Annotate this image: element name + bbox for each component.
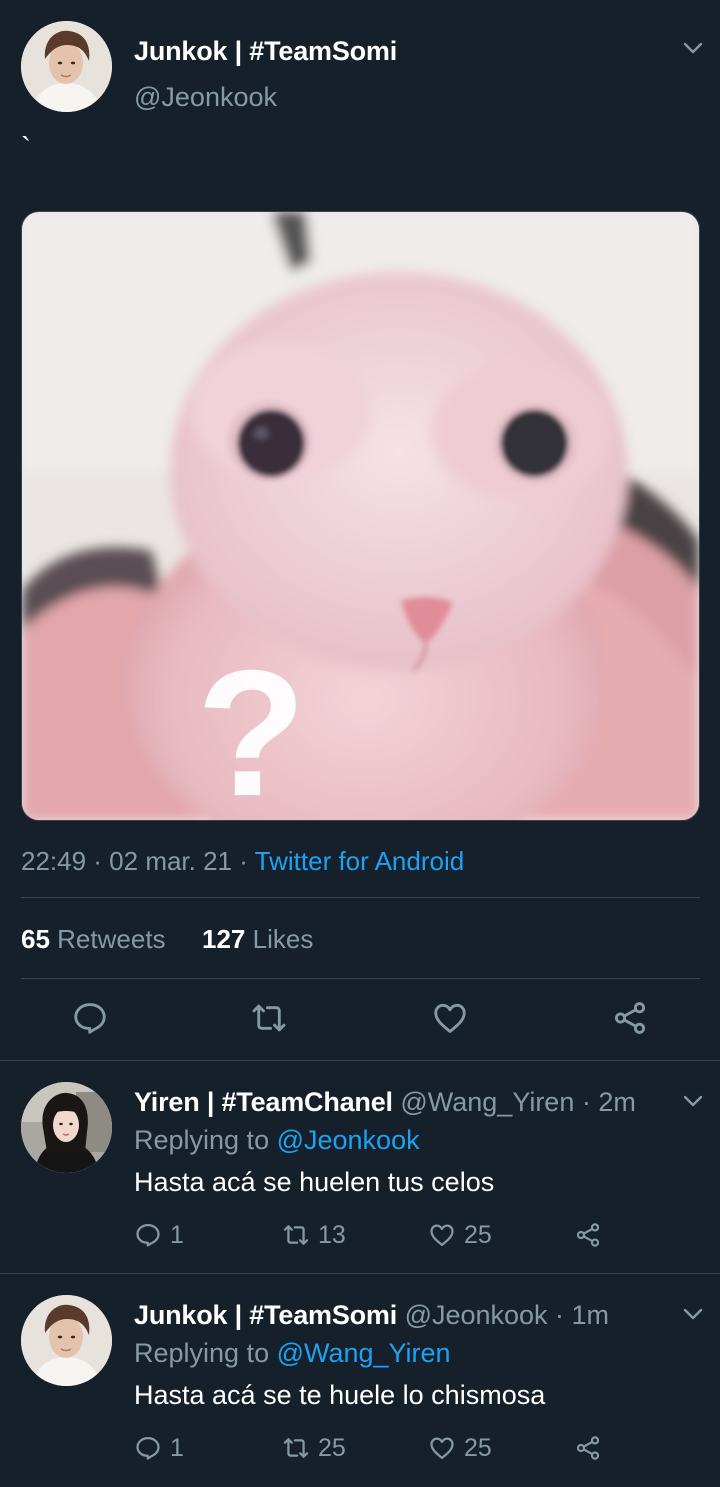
reply-count: 1 bbox=[170, 1220, 184, 1249]
reply-author-avatar[interactable] bbox=[21, 1082, 112, 1173]
like-icon bbox=[430, 1224, 454, 1247]
retweet-button[interactable]: 25 bbox=[282, 1432, 346, 1464]
like-count: 25 bbox=[464, 1433, 492, 1462]
question-mark-overlay: ? bbox=[196, 634, 306, 820]
share-button[interactable] bbox=[574, 1432, 610, 1464]
retweet-count: 13 bbox=[318, 1220, 346, 1249]
like-count: 25 bbox=[464, 1220, 492, 1249]
hairless-cat-meme-image: ? bbox=[22, 212, 699, 820]
reply-author-handle[interactable]: @Jeonkook · 1m bbox=[405, 1300, 610, 1330]
author-name[interactable]: Junkok | #TeamSomi bbox=[134, 36, 397, 67]
reply-icon bbox=[136, 1436, 160, 1460]
tweet-source-link[interactable]: Twitter for Android bbox=[255, 846, 465, 876]
tweet-text: ` bbox=[21, 132, 31, 165]
share-icon[interactable] bbox=[611, 999, 649, 1037]
divider bbox=[21, 978, 700, 979]
reply-author-avatar[interactable] bbox=[21, 1295, 112, 1386]
share-icon bbox=[576, 1436, 600, 1460]
reply-tweet[interactable]: Junkok | #TeamSomi @Jeonkook · 1m Replyi… bbox=[0, 1274, 720, 1487]
like-button[interactable]: 25 bbox=[428, 1219, 492, 1251]
retweets-label[interactable]: Retweets bbox=[57, 924, 165, 954]
replying-to-prefix: Replying to bbox=[134, 1338, 277, 1368]
replying-to: Replying to @Wang_Yiren bbox=[134, 1338, 451, 1369]
tweet-timestamp: 22:49 · 02 mar. 21 · bbox=[21, 846, 255, 876]
reply-count: 1 bbox=[170, 1433, 184, 1462]
author-handle[interactable]: @Jeonkook bbox=[134, 82, 277, 113]
retweet-count: 25 bbox=[318, 1433, 346, 1462]
reply-tweet[interactable]: Yiren | #TeamChanel @Wang_Yiren · 2m Rep… bbox=[0, 1061, 720, 1273]
replying-to-mention[interactable]: @Wang_Yiren bbox=[277, 1338, 451, 1368]
tweet-media-image[interactable]: ? bbox=[21, 211, 700, 821]
reply-header: Junkok | #TeamSomi @Jeonkook · 1m bbox=[134, 1300, 609, 1331]
share-icon bbox=[576, 1223, 600, 1247]
like-icon[interactable] bbox=[431, 999, 469, 1037]
likes-label[interactable]: Likes bbox=[253, 924, 314, 954]
avatar-photo-icon bbox=[21, 1295, 112, 1386]
reply-author-name[interactable]: Junkok | #TeamSomi bbox=[134, 1300, 397, 1330]
chevron-down-icon[interactable] bbox=[681, 36, 705, 60]
reply-actions: 1 13 25 bbox=[134, 1219, 614, 1251]
like-icon bbox=[430, 1437, 454, 1460]
reply-button[interactable]: 1 bbox=[134, 1219, 184, 1251]
retweet-icon[interactable] bbox=[250, 999, 288, 1037]
reply-text: Hasta acá se te huele lo chismosa bbox=[134, 1380, 546, 1410]
retweet-icon bbox=[283, 1225, 309, 1245]
reply-icon bbox=[136, 1223, 160, 1247]
main-tweet: Junkok | #TeamSomi @Jeonkook ` ? 22:49 ·… bbox=[0, 0, 720, 1060]
reply-actions: 1 25 25 bbox=[134, 1432, 614, 1464]
reply-icon[interactable] bbox=[71, 999, 109, 1037]
like-button[interactable]: 25 bbox=[428, 1432, 492, 1464]
replying-to-mention[interactable]: @Jeonkook bbox=[277, 1125, 420, 1155]
reply-author-name[interactable]: Yiren | #TeamChanel bbox=[134, 1087, 393, 1117]
chevron-down-icon[interactable] bbox=[681, 1089, 705, 1113]
tweet-detail-page: Junkok | #TeamSomi @Jeonkook ` ? 22:49 ·… bbox=[0, 0, 720, 1487]
chevron-down-icon[interactable] bbox=[681, 1302, 705, 1326]
tweet-meta: 22:49 · 02 mar. 21 · Twitter for Android bbox=[21, 846, 464, 877]
reply-header: Yiren | #TeamChanel @Wang_Yiren · 2m bbox=[134, 1087, 636, 1118]
retweets-count[interactable]: 65 bbox=[21, 924, 50, 954]
reply-button[interactable]: 1 bbox=[134, 1432, 184, 1464]
author-avatar[interactable] bbox=[21, 21, 112, 112]
reply-author-handle[interactable]: @Wang_Yiren · 2m bbox=[400, 1087, 636, 1117]
share-button[interactable] bbox=[574, 1219, 610, 1251]
tweet-stats: 65 Retweets 127 Likes bbox=[21, 924, 313, 955]
divider bbox=[21, 897, 700, 898]
likes-count[interactable]: 127 bbox=[202, 924, 245, 954]
avatar-photo-icon bbox=[21, 21, 112, 112]
retweet-button[interactable]: 13 bbox=[282, 1219, 346, 1251]
replying-to: Replying to @Jeonkook bbox=[134, 1125, 420, 1156]
replying-to-prefix: Replying to bbox=[134, 1125, 277, 1155]
avatar-photo-icon bbox=[21, 1082, 112, 1173]
reply-text: Hasta acá se huelen tus celos bbox=[134, 1167, 495, 1197]
retweet-icon bbox=[283, 1438, 309, 1458]
